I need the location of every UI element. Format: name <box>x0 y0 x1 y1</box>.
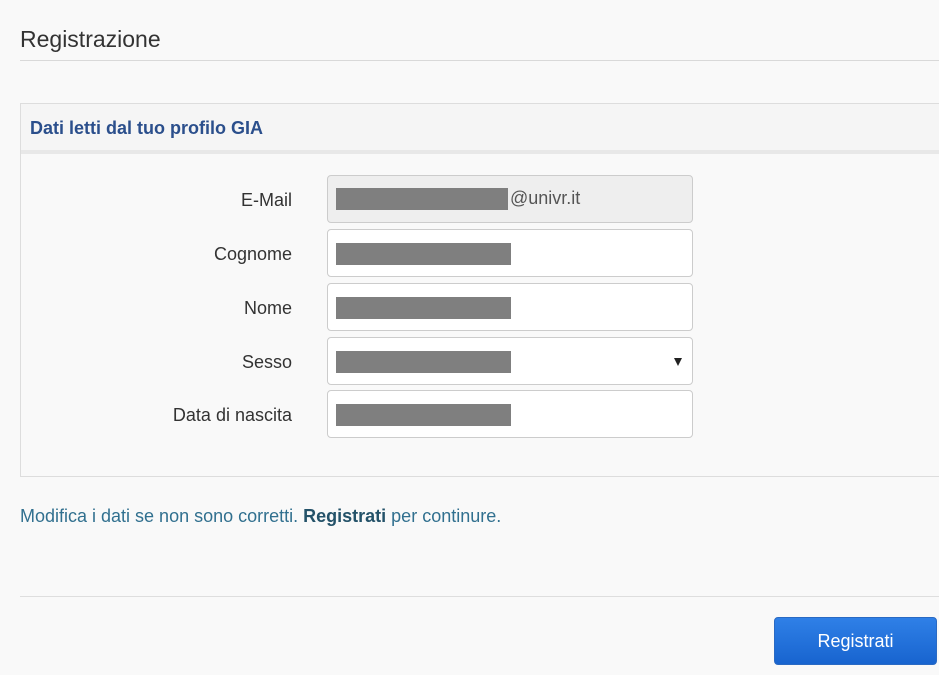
email-field[interactable]: @univr.it <box>327 175 693 223</box>
help-text-prefix: Modifica i dati se non sono corretti. <box>20 506 304 526</box>
surname-field[interactable] <box>327 229 693 277</box>
panel-heading-title: Dati letti dal tuo profilo GIA <box>30 118 263 138</box>
gender-redaction <box>336 351 511 373</box>
panel-heading: Dati letti dal tuo profilo GIA <box>21 104 939 154</box>
dropdown-caret-icon <box>674 358 682 366</box>
birthdate-redaction <box>336 404 511 426</box>
registration-page: Registrazione Dati letti dal tuo profilo… <box>0 0 939 675</box>
gender-label: Sesso <box>241 352 292 372</box>
name-redaction <box>336 297 511 319</box>
register-button[interactable]: Registrati <box>774 617 937 665</box>
email-redaction <box>336 188 508 210</box>
email-label: E-Mail <box>240 190 292 210</box>
help-text-action: Registrati <box>303 506 387 526</box>
help-text-suffix: per continure. <box>386 506 502 526</box>
gender-row: Sesso <box>21 337 939 387</box>
name-row: Nome <box>21 283 939 333</box>
email-domain: @univr.it <box>510 188 581 208</box>
page-title: Registrazione <box>20 26 161 52</box>
name-field[interactable] <box>327 283 693 331</box>
footer-divider <box>20 596 939 597</box>
surname-redaction <box>336 243 511 265</box>
birthdate-field[interactable] <box>327 390 693 438</box>
gender-select[interactable] <box>327 337 693 385</box>
surname-row: Cognome <box>21 229 939 279</box>
surname-label: Cognome <box>213 244 292 264</box>
email-row: E-Mail @univr.it <box>21 175 939 225</box>
name-label: Nome <box>243 298 292 318</box>
profile-panel: Dati letti dal tuo profilo GIA E-Mail @u… <box>20 103 939 477</box>
title-divider <box>20 60 939 61</box>
birthdate-label: Data di nascita <box>172 405 292 425</box>
birthdate-row: Data di nascita <box>21 390 939 440</box>
help-text: Modifica i dati se non sono corretti. Re… <box>20 506 501 527</box>
